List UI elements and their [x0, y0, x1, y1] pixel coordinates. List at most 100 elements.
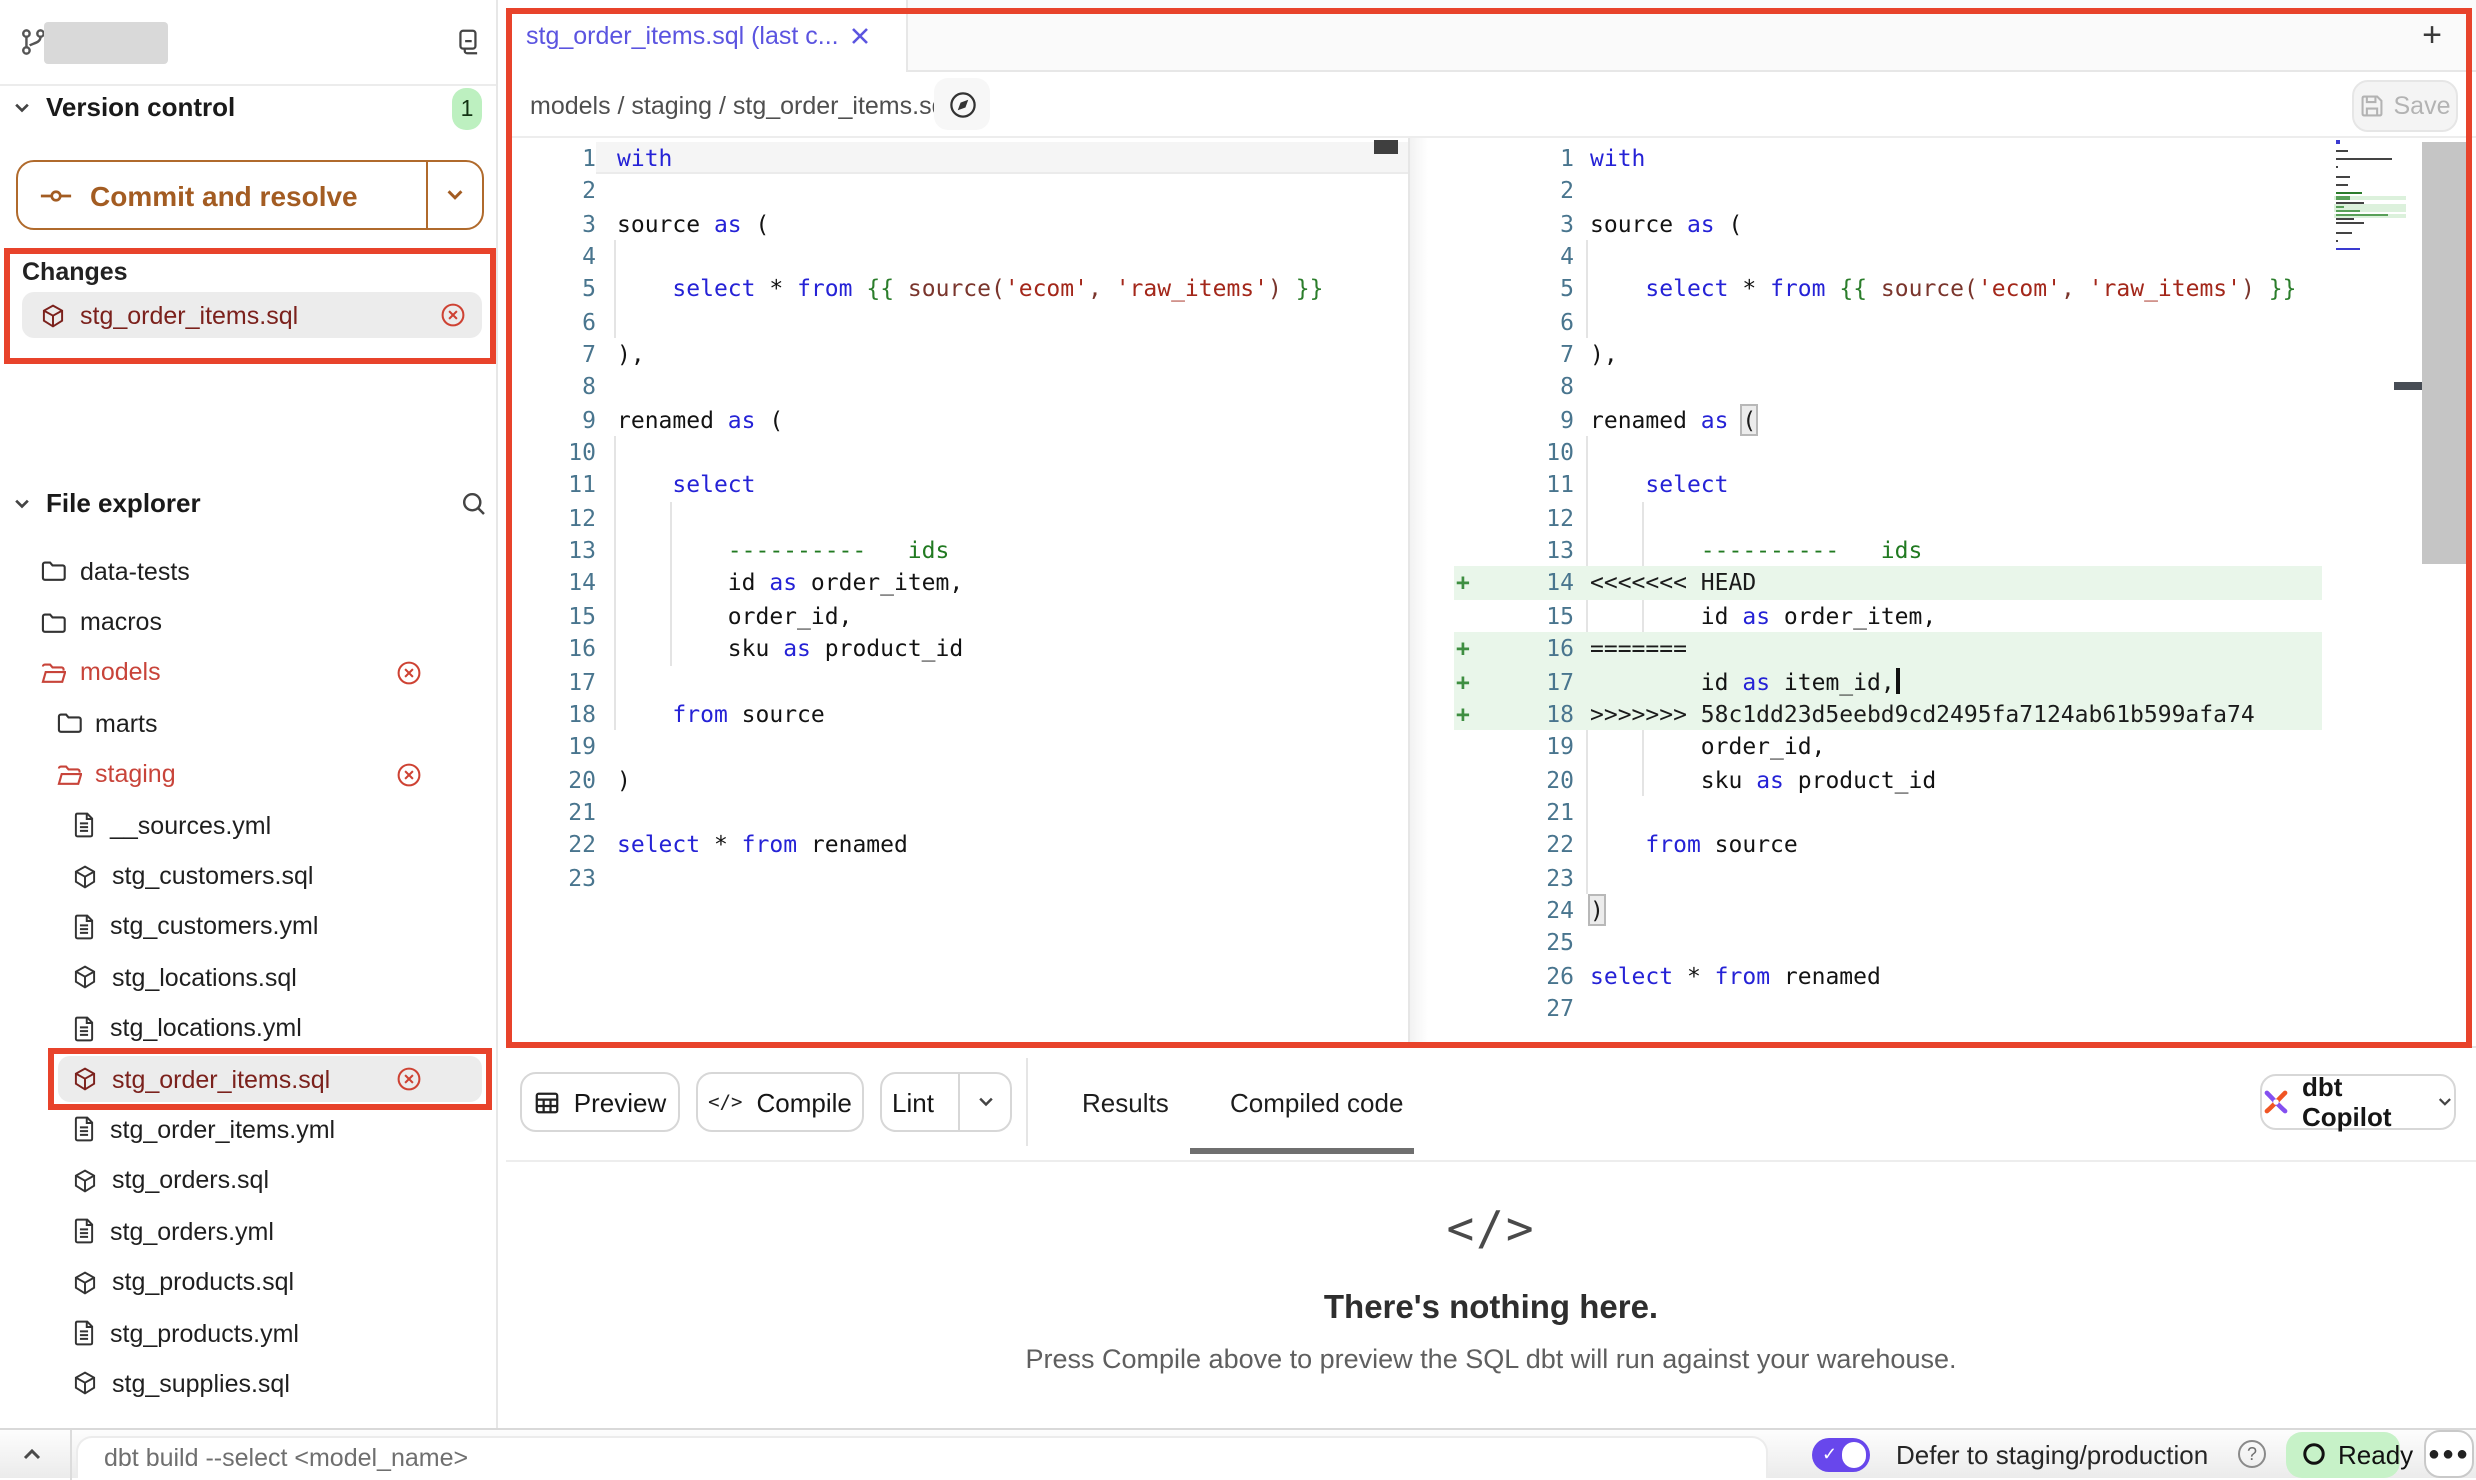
explorer-item-stg-customers-yml[interactable]: stg_customers.yml [0, 901, 496, 952]
explorer-item-stg-products-sql[interactable]: stg_products.sql [0, 1257, 496, 1308]
code-line[interactable]: +17 id as item_id, [1408, 665, 2476, 698]
code-line[interactable]: 9renamed as ( [1408, 404, 2476, 437]
explorer-item-stg-locations-yml[interactable]: stg_locations.yml [0, 1003, 496, 1054]
code-line[interactable]: 22select * from renamed [506, 828, 1408, 861]
lint-button[interactable]: Lint [880, 1072, 1012, 1132]
code-line[interactable]: 4 [1408, 240, 2476, 273]
explorer-item-stg-supplies-sql[interactable]: stg_supplies.sql [0, 1359, 496, 1410]
discard-change-icon[interactable] [396, 762, 422, 788]
code-pane-right[interactable]: 1with23source as (45 select * from {{ so… [1408, 138, 2476, 1046]
commit-dropdown-button[interactable] [426, 162, 482, 228]
code-line[interactable]: 25 [1408, 927, 2476, 960]
preview-button[interactable]: Preview [520, 1072, 680, 1132]
left-scrollbar-thumb[interactable] [1374, 140, 1398, 154]
code-line[interactable]: 17 [506, 665, 1408, 698]
code-line[interactable]: +18>>>>>>> 58c1dd23d5eebd9cd2495fa7124ab… [1408, 698, 2476, 731]
code-line[interactable]: 23 [1408, 861, 2476, 894]
code-line[interactable]: 16 sku as product_id [506, 632, 1408, 665]
code-line[interactable]: 7), [1408, 338, 2476, 371]
code-line[interactable]: 14 id as order_item, [506, 567, 1408, 600]
explorer-item-stg-products-yml[interactable]: stg_products.yml [0, 1308, 496, 1359]
code-line[interactable]: 2 [506, 175, 1408, 208]
code-line[interactable]: 11 select [506, 469, 1408, 502]
code-line[interactable]: 26select * from renamed [1408, 959, 2476, 992]
new-tab-button[interactable]: + [2408, 12, 2456, 60]
changed-file-row[interactable]: stg_order_items.sql [22, 292, 482, 338]
code-line[interactable]: 1with [1408, 142, 2476, 175]
compile-button[interactable]: </> Compile [696, 1072, 864, 1132]
explorer-item-marts[interactable]: marts [0, 698, 496, 749]
save-button[interactable]: Save [2352, 80, 2458, 132]
dbt-copilot-button[interactable]: dbt Copilot [2260, 1074, 2456, 1130]
code-line[interactable]: 5 select * from {{ source('ecom', 'raw_i… [1408, 273, 2476, 306]
code-line[interactable]: 7), [506, 338, 1408, 371]
code-line[interactable]: 1with [506, 142, 1408, 175]
expand-command-icon[interactable] [20, 1442, 44, 1466]
right-scrollbar-thumb[interactable] [2422, 142, 2466, 564]
version-control-header[interactable]: Version control [12, 92, 235, 122]
tab-stg-order-items[interactable]: stg_order_items.sql (last c... [506, 0, 908, 72]
code-line[interactable]: 19 order_id, [1408, 730, 2476, 763]
search-icon[interactable] [460, 490, 488, 518]
discard-change-icon[interactable] [396, 660, 422, 686]
explorer-item-staging[interactable]: staging [0, 749, 496, 800]
code-line[interactable]: 13 ---------- ids [506, 534, 1408, 567]
code-line[interactable]: 6 [506, 305, 1408, 338]
code-line[interactable]: 24) [1408, 894, 2476, 927]
code-line[interactable]: 12 [1408, 502, 2476, 535]
command-input[interactable] [78, 1438, 1792, 1478]
code-line[interactable]: 8 [1408, 371, 2476, 404]
explorer-item-models[interactable]: models [0, 648, 496, 699]
code-line[interactable]: 10 [1408, 436, 2476, 469]
code-line[interactable]: 5 select * from {{ source('ecom', 'raw_i… [506, 273, 1408, 306]
defer-toggle[interactable]: ✓ [1812, 1438, 1870, 1471]
code-line[interactable]: +14<<<<<<< HEAD [1408, 567, 2476, 600]
copy-icon[interactable] [452, 26, 482, 58]
commit-and-resolve-button[interactable]: Commit and resolve [16, 160, 484, 230]
code-line[interactable]: 6 [1408, 305, 2476, 338]
code-line[interactable]: 18 from source [506, 698, 1408, 731]
code-line[interactable]: 9renamed as ( [506, 404, 1408, 437]
code-line[interactable]: 15 id as order_item, [1408, 600, 2476, 633]
code-line[interactable]: 27 [1408, 992, 2476, 1025]
help-icon[interactable]: ? [2238, 1440, 2266, 1468]
explorer-item-data-tests[interactable]: data-tests [0, 546, 496, 597]
code-line[interactable]: +16======= [1408, 632, 2476, 665]
code-line[interactable]: 19 [506, 730, 1408, 763]
ready-status-badge[interactable]: Ready [2286, 1432, 2400, 1477]
code-line[interactable]: 2 [1408, 175, 2476, 208]
explorer-item-macros[interactable]: macros [0, 597, 496, 648]
code-line[interactable]: 20 sku as product_id [1408, 763, 2476, 796]
explorer-item-stg-orders-yml[interactable]: stg_orders.yml [0, 1206, 496, 1257]
code-line[interactable]: 15 order_id, [506, 600, 1408, 633]
code-line[interactable]: 13 ---------- ids [1408, 534, 2476, 567]
code-line[interactable]: 21 [1408, 796, 2476, 829]
code-line[interactable]: 11 select [1408, 469, 2476, 502]
explorer-item-stg-order-items-yml[interactable]: stg_order_items.yml [0, 1105, 496, 1156]
code-line[interactable]: 10 [506, 436, 1408, 469]
more-options-button[interactable]: ●●● [2424, 1430, 2474, 1478]
explorer-item-stg-locations-sql[interactable]: stg_locations.sql [0, 952, 496, 1003]
code-line[interactable]: 8 [506, 371, 1408, 404]
code-line[interactable]: 3source as ( [506, 207, 1408, 240]
code-line[interactable]: 3source as ( [1408, 207, 2476, 240]
discard-change-icon[interactable] [396, 1066, 422, 1092]
code-pane-left[interactable]: 1with23source as (45 select * from {{ so… [506, 138, 1408, 1046]
lint-dropdown-button[interactable] [958, 1074, 1010, 1130]
code-line[interactable]: 23 [506, 861, 1408, 894]
file-explorer-header[interactable]: File explorer [12, 488, 201, 518]
code-line[interactable]: 12 [506, 502, 1408, 535]
code-line[interactable]: 20) [506, 763, 1408, 796]
code-line[interactable]: 4 [506, 240, 1408, 273]
code-line[interactable]: 21 [506, 796, 1408, 829]
explorer-item--sources-yml[interactable]: __sources.yml [0, 800, 496, 851]
tab-compiled-code[interactable]: Compiled code [1230, 1048, 1403, 1156]
code-line[interactable]: 22 from source [1408, 828, 2476, 861]
explorer-item-stg-order-items-sql[interactable]: stg_order_items.sql [0, 1054, 496, 1105]
lineage-button[interactable] [934, 78, 990, 130]
explorer-item-stg-customers-sql[interactable]: stg_customers.sql [0, 851, 496, 902]
tab-close-icon[interactable] [851, 26, 871, 46]
discard-change-icon[interactable] [440, 302, 466, 328]
tab-results[interactable]: Results [1082, 1048, 1169, 1156]
explorer-item-stg-orders-sql[interactable]: stg_orders.sql [0, 1155, 496, 1206]
